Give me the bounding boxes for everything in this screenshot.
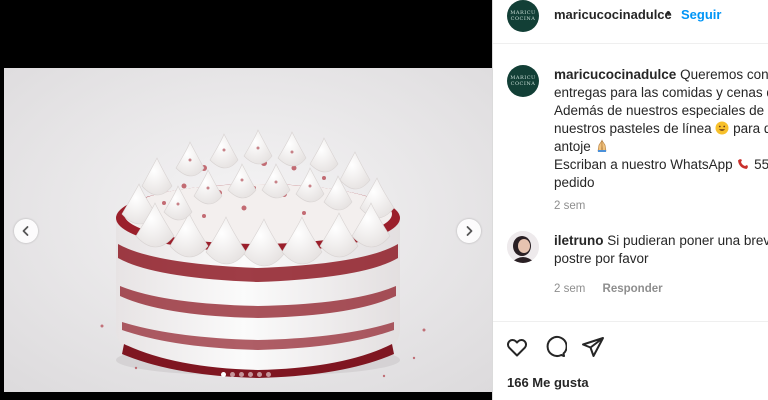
separator-dot: • xyxy=(666,5,671,20)
caption-line: Además de nuestros especiales de Na xyxy=(554,103,768,118)
caption-username[interactable]: maricucocinadulce xyxy=(554,67,676,82)
avatar-logo-text: MARICU COCINA xyxy=(510,10,536,22)
comment-text: iletruno Si pudieran poner una breve pos… xyxy=(554,232,768,268)
comment-line: postre por favor xyxy=(554,251,649,266)
carousel-next-button[interactable] xyxy=(457,219,481,243)
caption-timestamp[interactable]: 2 sem xyxy=(554,200,585,212)
avatar[interactable]: MARICU COCINA xyxy=(507,0,539,32)
comment-username[interactable]: iletruno xyxy=(554,233,604,248)
comment-timestamp[interactable]: 2 sem xyxy=(554,283,585,295)
likes-count[interactable]: 166 Me gusta xyxy=(507,375,589,390)
action-bar xyxy=(505,335,605,359)
grinning-face-emoji-icon xyxy=(715,121,729,135)
avatar-logo-text: MARICU COCINA xyxy=(510,75,536,87)
heart-icon[interactable] xyxy=(505,335,529,359)
caption-meta: 2 sem xyxy=(554,200,599,212)
caption-line: nuestros pasteles de línea xyxy=(554,121,712,136)
commenter-avatar-photo xyxy=(507,231,539,263)
share-icon[interactable] xyxy=(581,335,605,359)
caption-line: antoje xyxy=(554,139,591,154)
carousel-dot xyxy=(266,372,271,377)
comments-list[interactable]: MARICU COCINA maricucocinadulce Queremos … xyxy=(493,45,768,321)
post-media xyxy=(0,0,492,400)
telephone-emoji-icon xyxy=(738,159,749,169)
comment-line: Si pudieran poner una breve xyxy=(607,233,768,248)
red-velvet-cake-image xyxy=(4,68,492,392)
caption-line: 55 2 xyxy=(754,157,768,172)
post-photo xyxy=(4,68,492,392)
caption-line: entregas para las comidas y cenas de xyxy=(554,85,768,100)
account-username[interactable]: maricucocinadulce xyxy=(554,7,672,22)
caption-line: Queremos contar xyxy=(680,67,768,82)
carousel-dot xyxy=(239,372,244,377)
carousel-dot xyxy=(257,372,262,377)
comment-icon[interactable] xyxy=(543,335,567,359)
carousel-indicator xyxy=(0,372,492,377)
comment-meta: 2 sem Responder xyxy=(554,283,677,295)
carousel-dot xyxy=(221,372,226,377)
caption-line: Escriban a nuestro WhatsApp xyxy=(554,157,733,172)
caption-text: maricucocinadulce Queremos contar entreg… xyxy=(554,66,768,192)
section-divider xyxy=(493,321,768,322)
praying-hands-emoji-icon xyxy=(597,139,606,152)
avatar[interactable]: MARICU COCINA xyxy=(507,65,539,97)
chevron-left-icon xyxy=(22,226,29,236)
post-side-panel: MARICU COCINA maricucocinadulce • Seguir … xyxy=(492,0,768,400)
commenter-avatar[interactable] xyxy=(507,231,539,263)
chevron-right-icon xyxy=(466,226,473,236)
caption-line: para qu xyxy=(733,121,768,136)
carousel-dot xyxy=(230,372,235,377)
reply-button[interactable]: Responder xyxy=(603,283,663,295)
follow-button[interactable]: Seguir xyxy=(681,7,721,22)
carousel-dot xyxy=(248,372,253,377)
carousel-prev-button[interactable] xyxy=(14,219,38,243)
caption-line: pedido xyxy=(554,175,595,190)
post-header: MARICU COCINA maricucocinadulce • Seguir xyxy=(493,0,768,44)
